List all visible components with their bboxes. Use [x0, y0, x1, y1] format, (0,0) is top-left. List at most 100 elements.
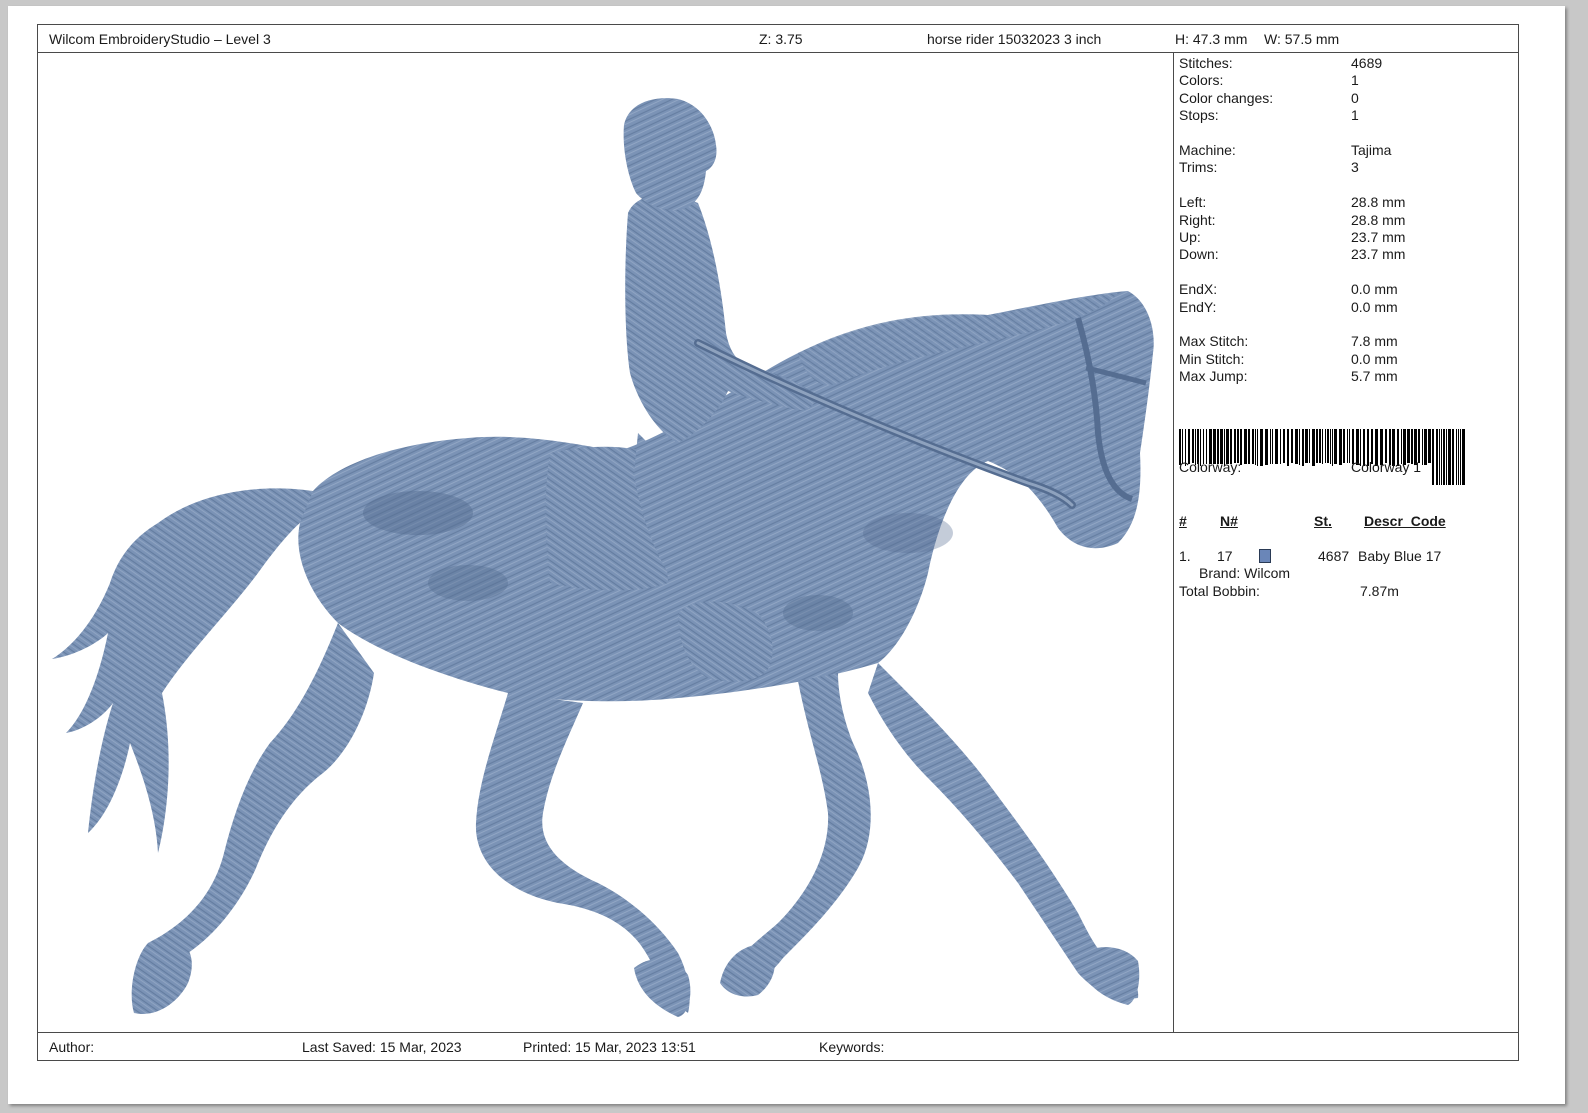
stat-value: Tajima	[1351, 142, 1392, 158]
stat-value: 0.0 mm	[1351, 298, 1398, 315]
stat-row: Color changes: 0	[1179, 90, 1509, 107]
stat-value: 7.8 mm	[1351, 333, 1398, 350]
last-saved-date: Last Saved: 15 Mar, 2023	[302, 1039, 462, 1055]
barcode-bar	[1407, 429, 1410, 463]
stat-label: Left:	[1179, 194, 1207, 211]
body-shading-3	[783, 595, 853, 631]
barcode-bar	[1283, 429, 1285, 463]
stat-row: Machine: Tajima	[1179, 142, 1509, 159]
barcode-bar	[1291, 429, 1293, 463]
design-preview-canvas[interactable]	[38, 53, 1174, 1033]
barcode-bar	[1237, 429, 1239, 463]
barcode-bar	[1456, 429, 1457, 485]
colorway-row: Colorway: Colorway 1	[1179, 459, 1509, 476]
stat-row: Left: 28.8 mm	[1179, 194, 1509, 211]
total-bobbin-row: Total Bobbin: 7.87m	[1179, 583, 1509, 600]
barcode-bar	[1443, 429, 1445, 485]
report-footer: Author: Last Saved: 15 Mar, 2023 Printed…	[38, 1032, 1518, 1060]
barcode-bar	[1436, 429, 1438, 485]
colorway-value: Colorway 1	[1351, 459, 1422, 475]
barcode-bar	[1305, 429, 1308, 463]
design-info-panel: Stitches: 4689 Colors: 1 Color changes: 0 Stop…	[1179, 55, 1515, 1031]
keywords-label: Keywords:	[819, 1039, 885, 1055]
barcode-bar	[1325, 429, 1326, 463]
app-title: Wilcom EmbroideryStudio – Level 3	[49, 31, 271, 47]
stat-label: Colors:	[1179, 72, 1224, 89]
stat-row: Max Jump: 5.7 mm	[1179, 368, 1509, 385]
horse-rider-embroidery-image	[52, 98, 1154, 1017]
hoof-1	[133, 937, 192, 1014]
stat-row: Down: 23.7 mm	[1179, 246, 1509, 263]
stat-value: 4689	[1351, 55, 1383, 71]
stat-row: Min Stitch: 0.0 mm	[1179, 351, 1509, 368]
print-preview-sheet: Wilcom EmbroideryStudio – Level 3 Z: 3.7…	[8, 6, 1565, 1104]
stat-label: EndY:	[1179, 298, 1217, 315]
stat-row: Stitches: 4689	[1179, 55, 1509, 72]
stat-label: Color changes:	[1179, 89, 1274, 106]
stat-label: Down:	[1179, 246, 1219, 263]
stat-label: Trims:	[1179, 159, 1218, 176]
report-frame: Wilcom EmbroideryStudio – Level 3 Z: 3.7…	[37, 24, 1519, 1061]
stat-value: 28.8 mm	[1351, 211, 1406, 228]
design-height: H: 47.3 mm	[1175, 31, 1248, 47]
design-barcode	[1179, 429, 1465, 485]
stat-label: Right:	[1179, 211, 1216, 228]
report-header: Wilcom EmbroideryStudio – Level 3 Z: 3.7…	[38, 25, 1518, 53]
stat-row: Stops: 1	[1179, 107, 1509, 124]
stat-row: EndX: 0.0 mm	[1179, 281, 1509, 298]
barcode-bar	[1446, 429, 1447, 485]
stat-row: Max Stitch: 7.8 mm	[1179, 333, 1509, 350]
stat-row: EndY: 0.0 mm	[1179, 299, 1509, 316]
barcode-bar	[1460, 429, 1461, 485]
stat-value: 5.7 mm	[1351, 368, 1398, 385]
col-header-descr-code: Descr_Code	[1364, 513, 1446, 529]
colorway-label: Colorway:	[1179, 459, 1242, 475]
barcode-bar	[1428, 429, 1431, 463]
barcode-bar	[1343, 429, 1345, 463]
hoof-3	[720, 944, 775, 997]
stat-label: Max Jump:	[1179, 368, 1248, 385]
stat-label: Machine:	[1179, 142, 1236, 158]
barcode-bar	[1432, 429, 1434, 485]
barcode-bar	[1319, 429, 1321, 463]
barcode-bar	[1462, 429, 1465, 485]
color-row-stitches: 4687	[1318, 548, 1350, 564]
body-shading-1	[363, 491, 473, 535]
zoom-readout: Z: 3.75	[759, 31, 803, 47]
barcode-bar	[1234, 429, 1236, 463]
stat-value: 3	[1351, 159, 1359, 176]
stat-value: 1	[1351, 72, 1359, 89]
barcode-bar	[1441, 429, 1442, 485]
col-header-stitches: St.	[1314, 513, 1332, 529]
barcode-bar	[1347, 429, 1348, 463]
rider-helmet	[623, 98, 717, 211]
stat-label: Max Stitch:	[1179, 333, 1249, 350]
stat-row: Colors: 1	[1179, 72, 1509, 89]
design-name: horse rider 15032023 3 inch	[927, 31, 1102, 47]
stat-value: 0	[1351, 89, 1359, 106]
barcode-bar	[1448, 429, 1451, 485]
color-row-index: 1.	[1179, 548, 1191, 564]
stat-label: EndX:	[1179, 281, 1218, 298]
stat-value: 28.8 mm	[1351, 194, 1406, 211]
barcode-bar	[1458, 429, 1459, 485]
horse-front-leg-back	[730, 673, 871, 982]
stat-value: 23.7 mm	[1351, 229, 1406, 245]
color-row-needle: 17	[1217, 548, 1233, 564]
stat-label: Up:	[1179, 229, 1201, 245]
barcode-bar	[1309, 429, 1310, 463]
stat-label: Stops:	[1179, 107, 1219, 124]
author-label: Author:	[49, 1039, 95, 1055]
stat-row: Right: 28.8 mm	[1179, 212, 1509, 229]
stat-row: Trims: 3	[1179, 159, 1509, 176]
stat-label: Min Stitch:	[1179, 350, 1245, 367]
stat-value: 23.7 mm	[1351, 246, 1406, 263]
printed-date: Printed: 15 Mar, 2023 13:51	[523, 1039, 696, 1055]
thread-color-swatch	[1259, 549, 1271, 563]
col-header-n-num: N#	[1220, 513, 1238, 529]
body-shading-4	[863, 513, 953, 553]
col-header-num: #	[1179, 513, 1187, 529]
barcode-bar	[1316, 429, 1318, 463]
stat-label: Stitches:	[1179, 55, 1233, 71]
body-shading-2	[428, 565, 508, 601]
